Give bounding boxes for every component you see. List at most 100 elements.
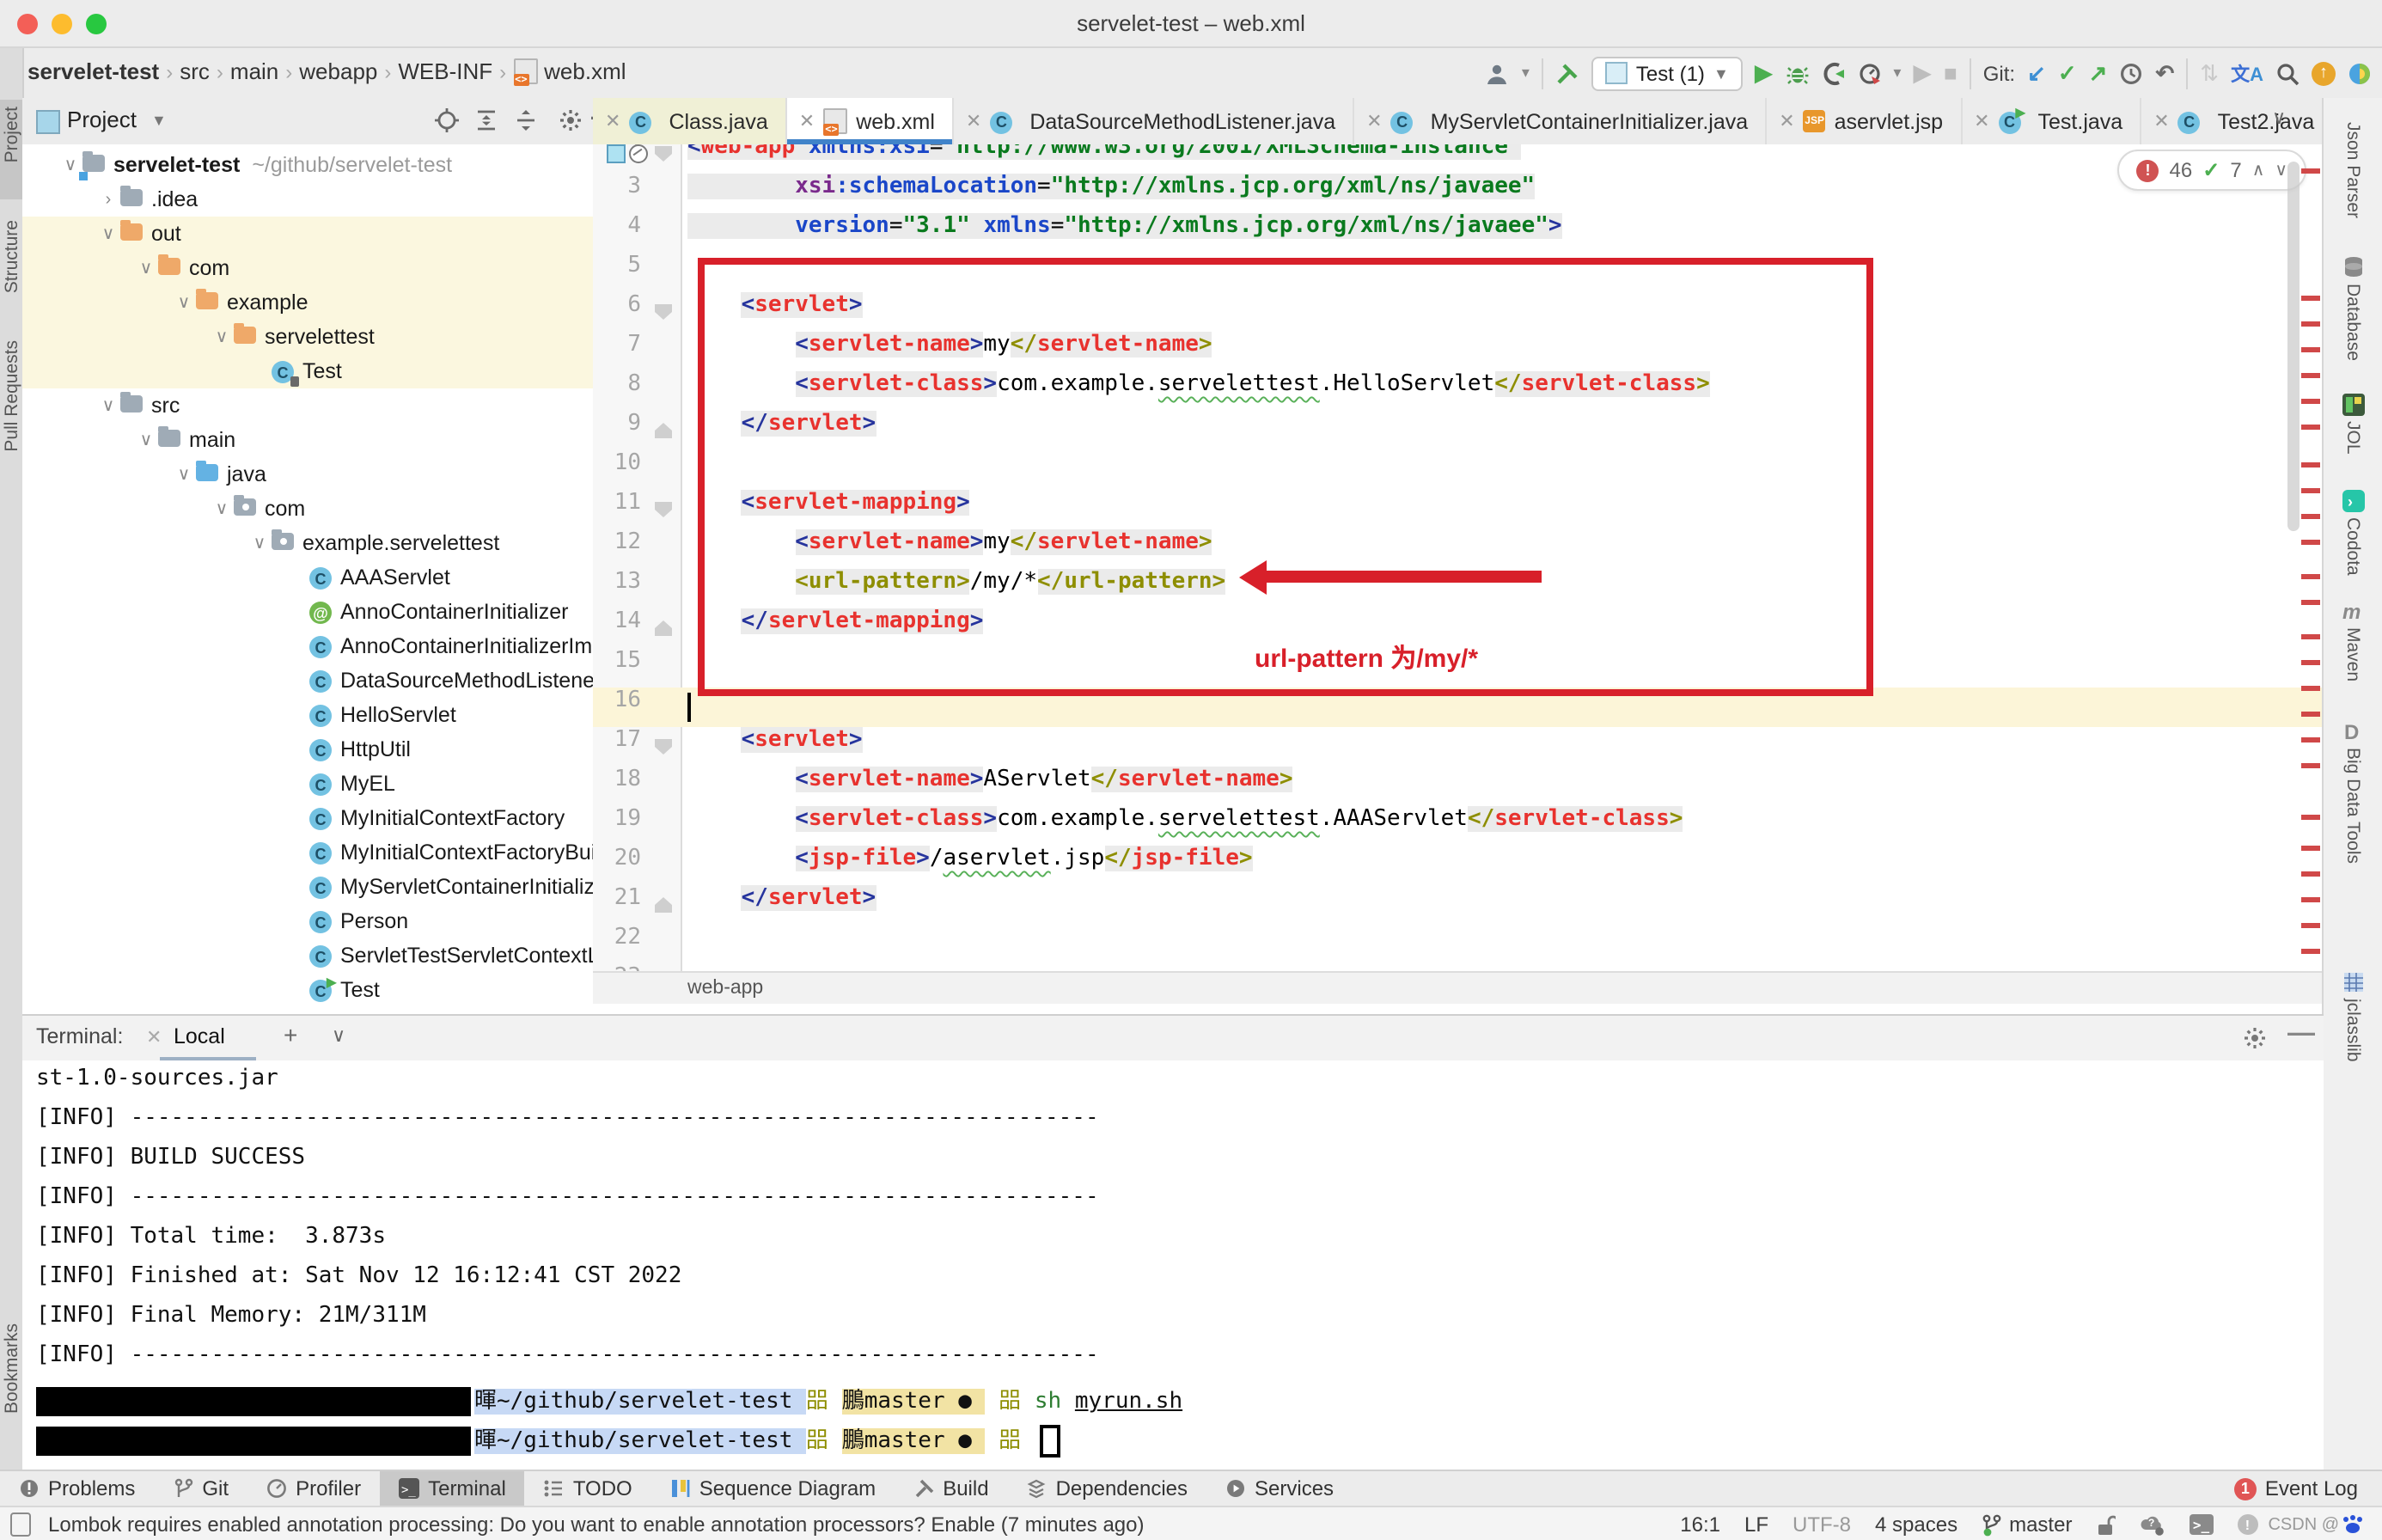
- stripe-jol-button[interactable]: JOL: [2324, 394, 2382, 455]
- tree-item-AnnoContainerInitializer[interactable]: @AnnoContainerInitializer: [22, 595, 593, 629]
- tree-item-servelettest[interactable]: ∨servelettest: [22, 320, 593, 354]
- close-tab-icon[interactable]: ✕: [1366, 110, 1382, 132]
- run-with-coverage-button[interactable]: [1821, 61, 1845, 85]
- toolwindow-git-button[interactable]: Git: [154, 1471, 247, 1506]
- code-line-10[interactable]: 10: [593, 450, 2324, 490]
- code-line-9[interactable]: 9 </servlet>: [593, 411, 2324, 450]
- status-panel-icon[interactable]: [10, 1512, 31, 1537]
- code-line-22[interactable]: 22: [593, 925, 2324, 964]
- indent-setting[interactable]: 4 spaces: [1875, 1512, 1958, 1537]
- new-terminal-session-icon[interactable]: +: [284, 1021, 297, 1048]
- code-viewport[interactable]: 2<web-app xmlns:xsi="http://www.w3.org/2…: [593, 144, 2324, 971]
- tab-DataSourceMethodListener.java[interactable]: ✕CDataSourceMethodListener.java: [954, 98, 1354, 144]
- code-line-5[interactable]: 5: [593, 253, 2324, 292]
- fold-marker-icon[interactable]: [655, 502, 672, 517]
- fold-marker-icon[interactable]: [655, 146, 672, 162]
- code-line-2[interactable]: 2<web-app xmlns:xsi="http://www.w3.org/2…: [593, 144, 2324, 174]
- code-line-16[interactable]: 16: [593, 688, 2324, 727]
- line-separator[interactable]: LF: [1744, 1512, 1768, 1537]
- translate-icon[interactable]: 文A: [2231, 59, 2263, 87]
- toolwindow-profiler-button[interactable]: Profiler: [247, 1471, 380, 1506]
- breadcrumb-item[interactable]: web.xml: [544, 58, 626, 84]
- tree-item-MyEL[interactable]: CMyEL: [22, 767, 593, 801]
- stripe-maven-button[interactable]: mMaven: [2324, 600, 2382, 681]
- chevron-down-icon[interactable]: ∨: [172, 293, 196, 312]
- tree-item-example[interactable]: ∨example: [22, 285, 593, 320]
- profiler-button[interactable]: [1857, 61, 1881, 85]
- rollback-icon[interactable]: ↶: [2155, 62, 2174, 84]
- code-line-7[interactable]: 7 <servlet-name>my</servlet-name>: [593, 332, 2324, 371]
- project-view-dropdown-icon[interactable]: ▼: [151, 112, 167, 129]
- profiler-dropdown-icon[interactable]: ▾: [1893, 64, 1901, 82]
- update-available-icon[interactable]: ↑: [2312, 61, 2336, 85]
- chevron-down-icon[interactable]: ∨: [210, 327, 234, 346]
- toolwindow-services-button[interactable]: Services: [1206, 1471, 1353, 1506]
- close-tab-icon[interactable]: ✕: [605, 110, 620, 132]
- close-tab-icon[interactable]: ✕: [1974, 110, 1989, 132]
- code-line-6[interactable]: 6 <servlet>: [593, 292, 2324, 332]
- ide-plugin-icon[interactable]: [2348, 61, 2372, 85]
- collapse-all-icon[interactable]: [514, 108, 538, 132]
- close-tab-icon[interactable]: ✕: [2153, 110, 2169, 132]
- stripe-pull-requests-button[interactable]: Pull Requests: [2, 340, 22, 452]
- chevron-down-icon[interactable]: ∨: [172, 465, 196, 484]
- breadcrumb-item[interactable]: servelet-test: [27, 58, 159, 84]
- chevron-down-icon[interactable]: ∨: [134, 431, 158, 449]
- caret-position[interactable]: 16:1: [1680, 1512, 1720, 1537]
- tree-item-Test2[interactable]: CTest2: [22, 1007, 593, 1014]
- search-everywhere-icon[interactable]: [2275, 61, 2300, 85]
- descriptor-gutter-icon[interactable]: [607, 144, 626, 163]
- stripe-jclasslib-button[interactable]: jclasslib: [2324, 971, 2382, 1062]
- build-hammer-icon[interactable]: [1555, 61, 1579, 85]
- tree-item-out[interactable]: ∨out: [22, 217, 593, 251]
- tab-MyServletContainerInitializer.java[interactable]: ✕CMyServletContainerInitializer.java: [1354, 98, 1767, 144]
- project-panel-title[interactable]: Project: [67, 107, 137, 132]
- tab-Test.java[interactable]: ✕C▶Test.java: [1962, 98, 2141, 144]
- tree-item-MyInitialContextFactory[interactable]: CMyInitialContextFactory: [22, 801, 593, 835]
- stripe-bookmarks-button[interactable]: Bookmarks: [2, 1323, 22, 1414]
- tree-item-ServletTestServletContextLi[interactable]: CServletTestServletContextLi: [22, 938, 593, 973]
- tree-item-HelloServlet[interactable]: CHelloServlet: [22, 698, 593, 732]
- hide-terminal-icon[interactable]: —: [2287, 1019, 2315, 1050]
- file-encoding[interactable]: UTF-8: [1793, 1512, 1851, 1537]
- chevron-right-icon[interactable]: ›: [96, 190, 120, 209]
- locate-file-icon[interactable]: [435, 108, 459, 132]
- terminal-tab-close-icon[interactable]: ✕: [146, 1026, 162, 1048]
- tree-item-java[interactable]: ∨java: [22, 457, 593, 492]
- cloud-config-icon[interactable]: ?: [2139, 1513, 2165, 1536]
- chevron-down-icon[interactable]: ∨: [247, 534, 272, 553]
- code-line-4[interactable]: 4 version="3.1" xmlns="http://xmlns.jcp.…: [593, 213, 2324, 253]
- code-line-23[interactable]: 23: [593, 964, 2324, 971]
- tree-item-com[interactable]: ∨com: [22, 251, 593, 285]
- code-line-17[interactable]: 17 <servlet>: [593, 727, 2324, 767]
- fold-marker-icon[interactable]: [655, 620, 672, 636]
- fold-marker-icon[interactable]: [655, 739, 672, 755]
- tab-Class.java[interactable]: ✕CClass.java: [593, 98, 787, 144]
- tab-list-chevron-icon[interactable]: ∨: [2272, 107, 2286, 129]
- editor-panel[interactable]: 2<web-app xmlns:xsi="http://www.w3.org/2…: [593, 144, 2324, 1014]
- chevron-down-icon[interactable]: ∨: [96, 396, 120, 415]
- code-line-18[interactable]: 18 <servlet-name>AServlet</servlet-name>: [593, 767, 2324, 806]
- terminal-sessions-chevron-icon[interactable]: ∨: [332, 1024, 345, 1047]
- code-line-19[interactable]: 19 <servlet-class>com.example.servelette…: [593, 806, 2324, 846]
- fold-marker-icon[interactable]: [655, 304, 672, 320]
- status-message[interactable]: Lombok requires enabled annotation proce…: [48, 1512, 1145, 1537]
- tree-item-Test[interactable]: C▶Test: [22, 973, 593, 1007]
- close-tab-icon[interactable]: ✕: [1779, 110, 1794, 132]
- fold-marker-icon[interactable]: [655, 897, 672, 913]
- toolwindow-problems-button[interactable]: Problems: [0, 1471, 154, 1506]
- code-line-21[interactable]: 21 </servlet>: [593, 885, 2324, 925]
- chevron-down-icon[interactable]: ∨: [134, 259, 158, 278]
- code-line-8[interactable]: 8 <servlet-class>com.example.servelettes…: [593, 371, 2324, 411]
- tree-item-AAAServlet[interactable]: CAAAServlet: [22, 560, 593, 595]
- terminal-tab-local[interactable]: Local: [174, 1024, 225, 1048]
- git-branch-widget[interactable]: master: [1982, 1512, 2072, 1537]
- prev-problem-icon[interactable]: ∧: [2252, 161, 2265, 180]
- next-problem-icon[interactable]: ∨: [2275, 161, 2287, 180]
- fold-marker-icon[interactable]: [655, 423, 672, 438]
- breadcrumb-item[interactable]: WEB-INF: [398, 58, 492, 84]
- editor-scrollbar[interactable]: [2287, 162, 2300, 531]
- terminal-prompt[interactable]: 暉~/github/servelet-test 㗊 鵬master ● 㗊 sh…: [36, 1382, 2324, 1421]
- stripe-codota-button[interactable]: ›Codota: [2324, 490, 2382, 576]
- tree-item-DataSourceMethodListener[interactable]: CDataSourceMethodListener: [22, 663, 593, 698]
